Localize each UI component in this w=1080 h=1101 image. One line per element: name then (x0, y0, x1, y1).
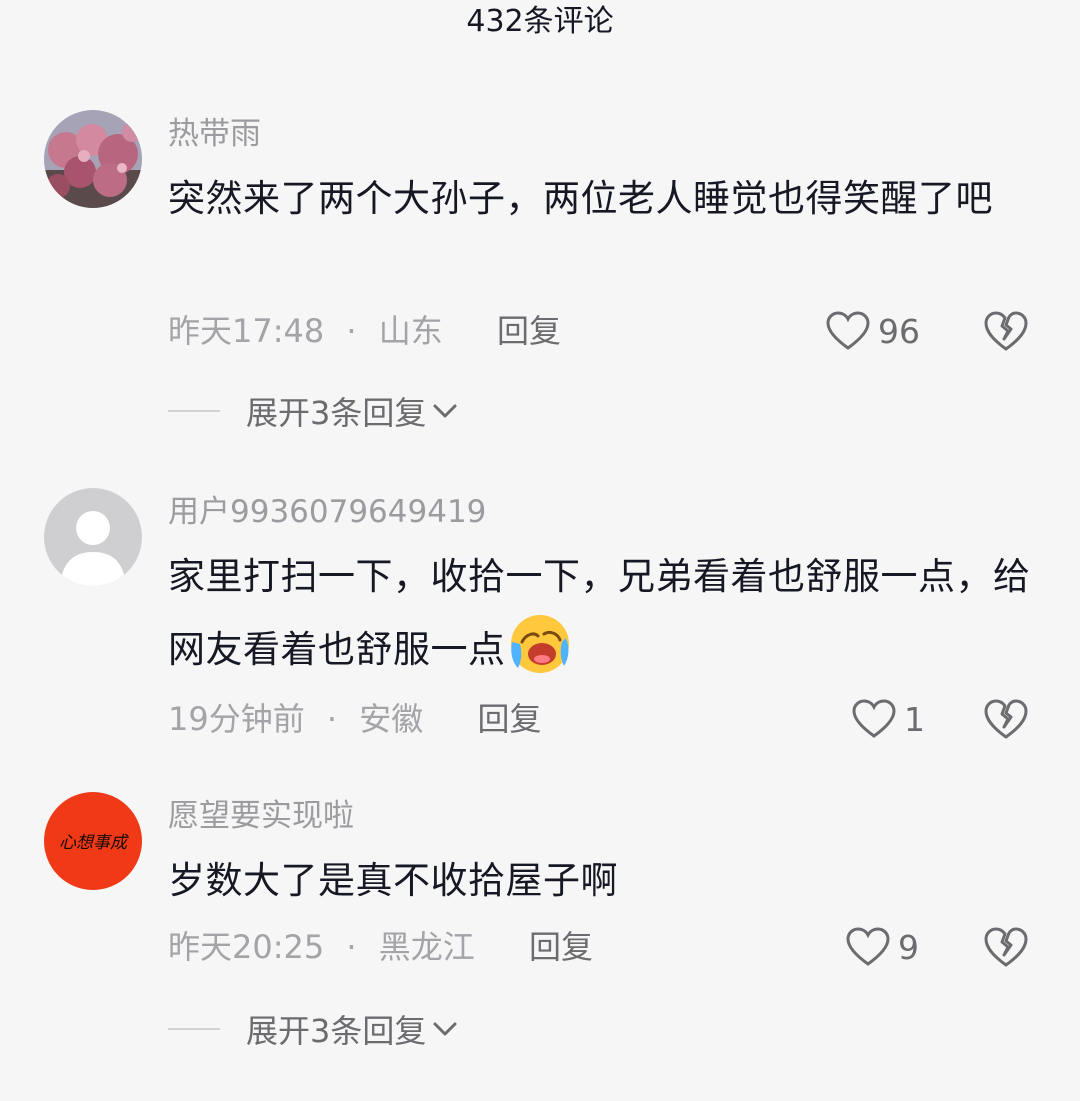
meta-separator: · (346, 928, 357, 966)
divider-line (168, 410, 220, 412)
like-count: 1 (904, 699, 925, 739)
heart-outline-icon (852, 699, 896, 738)
like-count: 96 (878, 311, 920, 351)
comment-location: 安徽 (359, 700, 424, 738)
comment-time: 昨天17:48 (168, 312, 325, 350)
comment-username[interactable]: 用户9936079649419 (168, 492, 486, 532)
meta-separator: · (346, 312, 357, 350)
reply-button[interactable]: 回复 (477, 700, 541, 738)
like-button[interactable]: 9 (846, 922, 919, 972)
dislike-button[interactable] (984, 697, 1028, 741)
comment-location: 山东 (378, 312, 443, 350)
comment-text-content: 家里打扫一下，收拾一下，兄弟看着也舒服一点，给网友看着也舒服一点 (168, 555, 1031, 671)
like-button[interactable]: 96 (826, 306, 920, 356)
broken-heart-icon (984, 699, 1028, 739)
expand-replies-label: 展开3条回复 (246, 1012, 427, 1050)
avatar[interactable]: 心想事成 (44, 792, 142, 890)
avatar[interactable] (44, 488, 142, 586)
expand-replies-button[interactable]: 展开3条回复 (168, 386, 458, 436)
comment-time: 昨天20:25 (168, 928, 325, 966)
comment-location: 黑龙江 (378, 928, 475, 966)
divider-line (168, 1028, 220, 1030)
chevron-down-icon (433, 404, 457, 418)
heart-outline-icon (846, 927, 890, 966)
avatar[interactable] (44, 110, 142, 208)
comment-meta: 昨天17:48 · 山东 回复 (168, 306, 561, 356)
laughing-crying-emoji (508, 612, 572, 699)
dislike-button[interactable] (984, 309, 1028, 353)
default-user-avatar (44, 488, 142, 586)
flower-photo-avatar (44, 110, 142, 208)
broken-heart-icon (984, 311, 1028, 351)
chevron-down-icon (433, 1022, 457, 1036)
comment-username[interactable]: 愿望要实现啦 (168, 796, 354, 836)
like-button[interactable]: 1 (852, 694, 925, 744)
comment-text: 家里打扫一下，收拾一下，兄弟看着也舒服一点，给网友看着也舒服一点 (168, 542, 1048, 699)
comments-count-title: 432条评论 (466, 4, 614, 39)
dislike-button[interactable] (984, 925, 1028, 969)
comment-username[interactable]: 热带雨 (168, 114, 261, 154)
meta-separator: · (326, 700, 338, 738)
comment-time: 19分钟前 (168, 700, 305, 738)
comment-text: 突然来了两个大孙子，两位老人睡觉也得笑醒了吧 (168, 177, 993, 220)
red-calligraphy-avatar: 心想事成 (44, 792, 142, 890)
comment-meta: 昨天20:25 · 黑龙江 回复 (168, 922, 593, 972)
avatar-calligraphy-text: 心想事成 (59, 833, 130, 853)
expand-replies-label: 展开3条回复 (246, 394, 427, 432)
comment-meta: 19分钟前 · 安徽 回复 (168, 694, 541, 744)
like-count: 9 (898, 927, 919, 967)
comment-text: 岁数大了是真不收拾屋子啊 (168, 859, 618, 902)
heart-outline-icon (826, 311, 870, 350)
broken-heart-icon (984, 927, 1028, 967)
reply-button[interactable]: 回复 (497, 312, 561, 350)
reply-button[interactable]: 回复 (529, 928, 593, 966)
expand-replies-button[interactable]: 展开3条回复 (168, 1004, 458, 1054)
